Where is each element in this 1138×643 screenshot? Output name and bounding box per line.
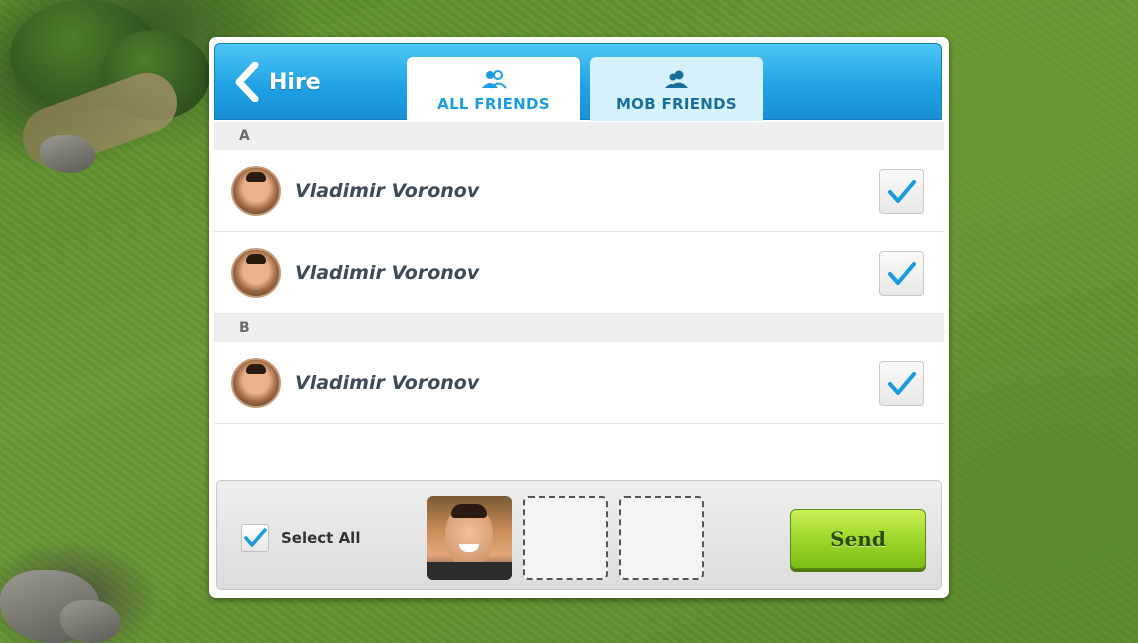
tab-mob-friends[interactable]: MOB FRIENDS <box>590 57 763 121</box>
section-header-a: A <box>214 122 944 150</box>
selection-footer: Select All Send <box>216 480 942 590</box>
checkmark-icon <box>887 179 916 203</box>
friend-checkbox[interactable] <box>879 169 924 214</box>
send-label: Send <box>830 527 886 551</box>
friend-photo <box>445 504 493 566</box>
friend-checkbox[interactable] <box>879 361 924 406</box>
select-all-label: Select All <box>281 529 361 547</box>
list-item[interactable]: Vladimir Voronov <box>214 232 944 314</box>
friend-photo-shirt <box>427 562 512 580</box>
hire-dialog: Hire ALL FRIENDS MOB FRIENDS A Vladimir … <box>209 37 949 598</box>
avatar <box>231 165 281 216</box>
rock-decoration <box>40 135 95 173</box>
friends-list[interactable]: A Vladimir Voronov Vladimir Voronov B Vl… <box>214 122 944 424</box>
friend-name: Vladimir Voronov <box>295 261 480 284</box>
tab-mob-friends-label: MOB FRIENDS <box>615 95 738 113</box>
checkmark-icon <box>887 261 916 285</box>
friend-name: Vladimir Voronov <box>295 179 480 202</box>
mob-group-icon <box>664 70 688 88</box>
section-header-b: B <box>214 314 944 342</box>
friend-name: Vladimir Voronov <box>295 371 480 394</box>
select-all-toggle[interactable]: Select All <box>241 524 360 552</box>
dialog-header: Hire ALL FRIENDS MOB FRIENDS <box>214 43 942 121</box>
chevron-left-icon <box>235 62 259 102</box>
avatar <box>231 247 281 298</box>
list-item[interactable]: Vladimir Voronov <box>214 150 944 232</box>
avatar <box>231 357 281 408</box>
back-button[interactable]: Hire <box>233 62 321 102</box>
empty-friend-slot[interactable] <box>523 496 608 580</box>
select-all-checkbox[interactable] <box>241 524 269 552</box>
selected-friend-slot[interactable] <box>427 496 512 580</box>
tab-all-friends[interactable]: ALL FRIENDS <box>407 57 580 121</box>
back-label: Hire <box>269 69 321 95</box>
checkmark-icon <box>887 371 916 395</box>
empty-friend-slot[interactable] <box>619 496 704 580</box>
friend-checkbox[interactable] <box>879 251 924 296</box>
send-button[interactable]: Send <box>790 509 926 569</box>
list-item[interactable]: Vladimir Voronov <box>214 342 944 424</box>
checkmark-icon <box>244 528 267 547</box>
tab-all-friends-label: ALL FRIENDS <box>437 95 550 113</box>
friends-group-icon <box>481 70 507 89</box>
